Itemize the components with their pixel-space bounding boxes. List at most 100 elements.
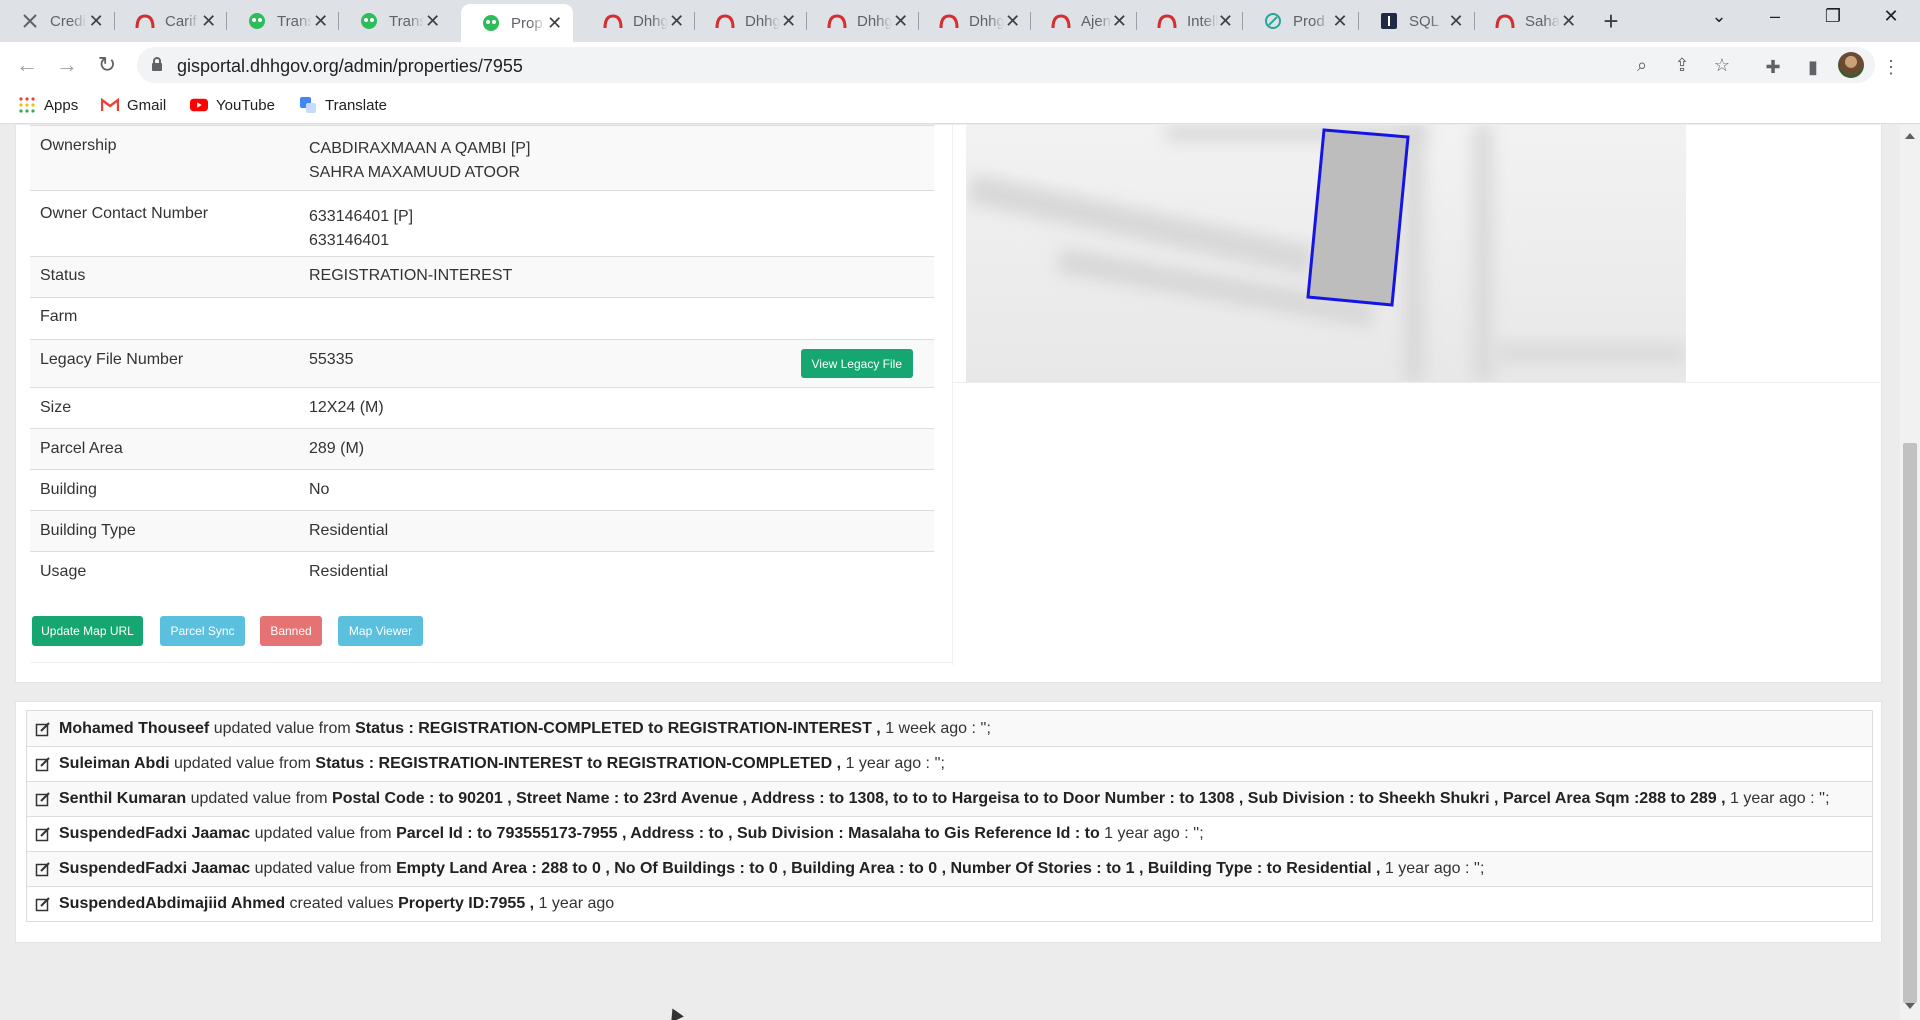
ownership-label: Ownership (30, 125, 299, 191)
tab-close-icon[interactable]: ✕ (546, 14, 563, 32)
building-type-label: Building Type (30, 510, 299, 552)
tab-9[interactable]: Ajen ✕ (1031, 4, 1137, 38)
map-viewer-button[interactable]: Map Viewer (338, 616, 423, 646)
edit-icon (35, 721, 50, 736)
zoom-icon[interactable]: ⌕ (1631, 54, 1653, 76)
tools-icon (20, 11, 40, 31)
tab-search-icon[interactable]: ⌄ (1704, 6, 1734, 27)
tab-11[interactable]: Prod ✕ (1243, 4, 1359, 38)
view-legacy-file-button[interactable]: View Legacy File (800, 349, 913, 378)
url-text: gisportal.dhhgov.org/admin/properties/79… (177, 56, 523, 76)
farm-value (299, 297, 934, 340)
farm-label: Farm (30, 297, 299, 340)
bookmark-apps[interactable]: Apps (18, 96, 78, 114)
tab-strip: Credi ✕ Carif ✕ Trans ✕ Trans ✕ Prop ✕ D… (0, 0, 1920, 42)
log-entry: Senthil Kumaran updated value from Posta… (27, 781, 1872, 816)
parcel-value: 289 (M) (299, 428, 934, 470)
tab-close-icon[interactable]: ✕ (1112, 12, 1127, 30)
bookmark-gmail[interactable]: Gmail (101, 96, 166, 114)
bookmarks-bar: Apps Gmail YouTube Translate (0, 88, 1920, 124)
tab-7[interactable]: Dhhg ✕ (807, 4, 919, 38)
update-map-url-button[interactable]: Update Map URL (32, 616, 143, 646)
tab-close-icon[interactable]: ✕ (424, 12, 441, 30)
gmail-icon (101, 96, 119, 114)
status-value: REGISTRATION-INTEREST (299, 256, 934, 298)
scroll-down-icon[interactable] (1905, 1003, 1915, 1009)
share-icon[interactable]: ⇪ (1671, 54, 1693, 76)
log-entry: SuspendedAbdimajiid Ahmed created values… (27, 886, 1872, 921)
address-bar[interactable]: gisportal.dhhgov.org/admin/properties/79… (137, 47, 1875, 83)
edit-icon (35, 757, 50, 772)
parcel-map[interactable] (966, 125, 1686, 382)
tab-2[interactable]: Trans ✕ (227, 4, 339, 38)
side-panel-icon[interactable]: ▮ (1802, 56, 1824, 78)
tab-3[interactable]: Trans ✕ (339, 4, 451, 38)
tab-close-icon[interactable]: ✕ (1560, 12, 1577, 30)
bookmark-translate[interactable]: Translate (299, 96, 387, 114)
property-details-table: Ownership CABDIRAXMAAN A QAMBI [P] SAHRA… (30, 125, 934, 593)
tab-5[interactable]: Dhhg ✕ (583, 4, 695, 38)
dhh-logo-icon (939, 11, 959, 31)
tab-close-icon[interactable]: ✕ (892, 12, 909, 30)
pi-logo-icon (247, 11, 267, 31)
activity-log: Mohamed Thouseef updated value from Stat… (26, 710, 1873, 922)
edit-icon (35, 827, 50, 842)
tab-0[interactable]: Credi ✕ (0, 4, 115, 38)
tab-6[interactable]: Dhhg ✕ (695, 4, 807, 38)
legacy-value: 55335 (309, 351, 354, 368)
youtube-icon (190, 96, 208, 114)
tab-close-icon[interactable]: ✕ (668, 12, 685, 30)
page-scrollbar[interactable] (1900, 125, 1920, 1020)
tab-close-icon[interactable]: ✕ (312, 12, 329, 30)
activity-log-card: Mohamed Thouseef updated value from Stat… (15, 701, 1882, 943)
avatar[interactable] (1838, 52, 1864, 78)
row-farm: Farm (30, 297, 934, 340)
tab-close-icon[interactable]: ✕ (1447, 12, 1465, 30)
scroll-up-icon[interactable] (1905, 133, 1915, 139)
swirl-icon (1263, 11, 1283, 31)
tab-close-icon[interactable]: ✕ (200, 12, 217, 30)
minimize-icon[interactable]: – (1760, 6, 1790, 27)
close-window-icon[interactable]: ✕ (1876, 6, 1906, 27)
log-entry: SuspendedFadxi Jaamac updated value from… (27, 816, 1872, 851)
tab-13[interactable]: Saha ✕ (1475, 4, 1587, 38)
row-contact: Owner Contact Number 633146401 [P] 63314… (30, 190, 934, 257)
restore-icon[interactable]: ❐ (1818, 6, 1848, 27)
bookmark-star-icon[interactable]: ☆ (1711, 54, 1733, 76)
reload-icon[interactable]: ↻ (94, 52, 120, 78)
pi-logo-icon (359, 11, 379, 31)
tab-close-icon[interactable]: ✕ (1218, 12, 1233, 30)
scrollbar-thumb[interactable] (1903, 443, 1917, 1003)
back-icon[interactable]: ← (14, 52, 40, 78)
tab-12[interactable]: SQL ✕ (1359, 4, 1475, 38)
log-entry: Suleiman Abdi updated value from Status … (27, 746, 1872, 781)
parcel-sync-button[interactable]: Parcel Sync (160, 616, 245, 646)
new-tab-button[interactable]: + (1598, 6, 1624, 37)
forward-icon[interactable]: → (54, 52, 80, 78)
tab-close-icon[interactable]: ✕ (1004, 12, 1021, 30)
log-entry: Mohamed Thouseef updated value from Stat… (27, 711, 1872, 746)
size-label: Size (30, 387, 299, 429)
building-type-value: Residential (299, 510, 934, 552)
tab-8[interactable]: Dhhg ✕ (919, 4, 1031, 38)
tab-close-icon[interactable]: ✕ (780, 12, 797, 30)
banned-button[interactable]: Banned (260, 616, 322, 646)
extensions-icon[interactable]: ✚ (1762, 56, 1784, 78)
usage-label: Usage (30, 551, 299, 593)
parcel-polygon[interactable] (966, 125, 1686, 382)
tab-close-icon[interactable]: ✕ (1331, 12, 1349, 30)
tab-1[interactable]: Carif ✕ (115, 4, 227, 38)
tab-10[interactable]: Intell ✕ (1137, 4, 1243, 38)
row-usage: Usage Residential (30, 551, 934, 593)
contact-value: 633146401 [P] 633146401 (299, 190, 934, 257)
tab-close-icon[interactable]: ✕ (87, 12, 105, 30)
dhh-logo-icon (1157, 11, 1177, 31)
bookmark-youtube[interactable]: YouTube (190, 96, 275, 114)
row-size: Size 12X24 (M) (30, 387, 934, 429)
dhh-logo-icon (827, 11, 847, 31)
page-viewport: Ownership CABDIRAXMAAN A QAMBI [P] SAHRA… (0, 125, 1900, 1020)
row-ownership: Ownership CABDIRAXMAAN A QAMBI [P] SAHRA… (30, 125, 934, 191)
tab-4-active[interactable]: Prop ✕ (461, 4, 573, 42)
menu-icon[interactable]: ⋮ (1880, 56, 1902, 78)
dhh-logo-icon (135, 11, 155, 31)
